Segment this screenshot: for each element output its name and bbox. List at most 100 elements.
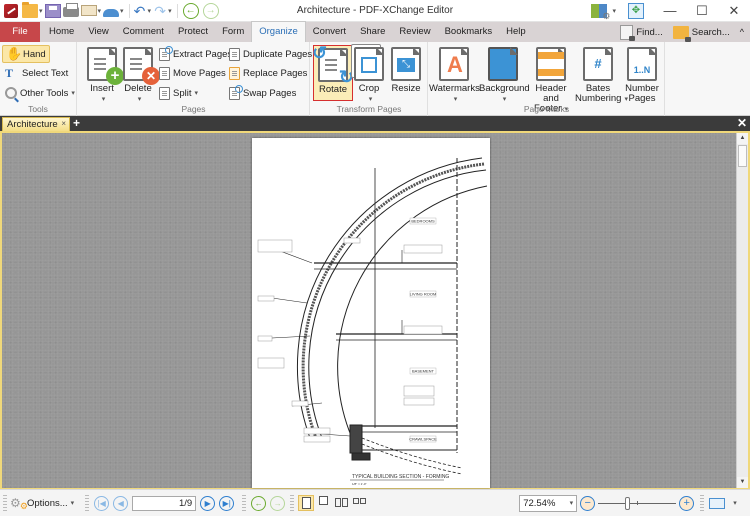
back-button[interactable]: ← (182, 2, 199, 19)
chevron-down-icon: ▾ (502, 96, 507, 103)
next-view-button[interactable]: → (270, 495, 286, 511)
open-button[interactable]: ▾ (22, 1, 43, 20)
toolbar-grip[interactable] (242, 495, 247, 511)
tab-form[interactable]: Form (215, 22, 251, 42)
group-pages: + Insert ▾ ✕ Delete ▾ Extract Pages Move… (78, 42, 312, 116)
close-document-button[interactable]: ✕ (737, 116, 747, 131)
resize-icon: ⤡ (391, 47, 421, 81)
move-pages-button[interactable]: Move Pages (156, 64, 229, 82)
maximize-button[interactable]: ☐ (686, 0, 718, 22)
previous-page-button[interactable]: ◀ (113, 495, 129, 511)
header-footer-button[interactable]: Header and Footer ▾ (527, 45, 575, 114)
single-page-view-button[interactable] (298, 495, 315, 511)
chevron-down-icon[interactable]: ▾ (39, 7, 43, 15)
redo-button[interactable]: ↷ ▾ (153, 2, 172, 20)
options-button[interactable]: ⚙ Options... ▾ (10, 496, 74, 513)
chevron-down-icon[interactable]: ▾ (733, 499, 737, 507)
facing-view-button[interactable] (334, 495, 350, 511)
toolbar-grip[interactable] (290, 495, 295, 511)
ui-options-button[interactable]: ▾ (591, 2, 616, 22)
print-button[interactable] (62, 2, 79, 20)
separator (176, 3, 178, 18)
chevron-down-icon[interactable]: ▾ (98, 7, 102, 15)
rotate-button[interactable]: ↺ ↻ Rotate (312, 44, 354, 101)
undo-button[interactable]: ↶ ▾ (133, 2, 152, 20)
move-pages-icon (159, 66, 170, 80)
email-button[interactable]: ▾ (80, 2, 102, 20)
tab-view[interactable]: View (81, 22, 115, 42)
drawing-note (343, 237, 361, 244)
search-button[interactable]: Search... (672, 25, 730, 42)
next-page-button[interactable]: ▶ (200, 495, 216, 511)
tab-organize[interactable]: Organize (251, 21, 306, 42)
tab-bookmarks[interactable]: Bookmarks (438, 22, 500, 42)
bates-numbering-button[interactable]: # Bates Numbering ▾ (575, 45, 628, 104)
other-tools-button[interactable]: Other Tools ▾ (2, 84, 78, 102)
pdf-page[interactable]: BEDROOMS LIVING ROOM BASEMENT CRAWLSPACE… (252, 138, 490, 488)
tab-help[interactable]: Help (499, 22, 533, 42)
tab-comment[interactable]: Comment (116, 22, 171, 42)
forward-button[interactable]: → (202, 2, 219, 19)
chevron-down-icon[interactable]: ▾ (168, 7, 172, 15)
background-button[interactable]: Background ▾ (479, 45, 530, 103)
scroll-thumb[interactable] (738, 145, 747, 167)
drawing-note (257, 335, 273, 342)
crop-button[interactable]: Crop ▾ (351, 45, 387, 103)
previous-view-button[interactable]: ← (251, 495, 267, 511)
replace-pages-button[interactable]: Replace Pages (226, 64, 310, 82)
zoom-slider[interactable] (598, 496, 677, 511)
zoom-in-button[interactable]: + (679, 495, 695, 511)
scan-button[interactable]: ▾ (103, 2, 124, 20)
chevron-down-icon[interactable]: ▾ (148, 7, 152, 15)
hand-tool-button[interactable]: ✋ Hand (2, 45, 50, 63)
close-button[interactable]: ✕ (718, 0, 750, 22)
tab-share[interactable]: Share (353, 22, 392, 42)
number-pages-button[interactable]: 1..N Number Pages (621, 45, 663, 104)
continuous-view-button[interactable] (316, 495, 332, 511)
toolbar-grip[interactable] (85, 495, 90, 511)
tab-home[interactable]: Home (42, 22, 81, 42)
toolbar-grip[interactable] (3, 495, 7, 511)
move-pages-label: Move Pages (173, 67, 226, 79)
select-text-button[interactable]: T Select Text (2, 64, 71, 82)
split-button[interactable]: Split ▾ (156, 84, 201, 102)
chevron-down-icon[interactable]: ▾ (612, 7, 616, 15)
last-page-button[interactable]: ▶| (219, 495, 235, 511)
close-tab-icon[interactable]: × (61, 117, 66, 130)
find-button[interactable]: Find... (620, 24, 663, 41)
collapse-ribbon-button[interactable]: ^ (740, 27, 744, 37)
toolbar-grip[interactable] (700, 495, 705, 511)
minimize-button[interactable]: — (654, 0, 686, 22)
app-logo-icon[interactable] (4, 3, 18, 18)
chevron-down-icon[interactable]: ▾ (120, 7, 124, 15)
resize-button[interactable]: ⤡ Resize (387, 45, 425, 101)
scroll-down-button[interactable]: ▼ (737, 477, 748, 488)
zoom-out-button[interactable]: − (580, 495, 596, 511)
undo-icon: ↶ (133, 2, 146, 19)
watermarks-button[interactable]: A Watermarks ▾ (429, 45, 480, 103)
delete-button[interactable]: ✕ Delete ▾ (116, 45, 160, 103)
tab-convert[interactable]: Convert (306, 22, 353, 42)
watermarks-label: Watermarks (429, 83, 480, 94)
scroll-up-button[interactable]: ▲ (737, 133, 748, 144)
page-number-input[interactable]: 1/9 (132, 495, 197, 511)
tab-file[interactable]: File (0, 22, 40, 42)
first-page-button[interactable]: |◀ (94, 495, 110, 511)
document-tab-architecture[interactable]: Architecture × (2, 117, 70, 131)
fit-page-icon[interactable] (709, 497, 726, 509)
extract-pages-label: Extract Pages (173, 48, 233, 60)
swap-pages-button[interactable]: Swap Pages (226, 84, 299, 102)
header-footer-label-1: Header and (535, 83, 567, 104)
continuous-facing-view-button[interactable] (352, 495, 368, 511)
tab-protect[interactable]: Protect (171, 22, 215, 42)
vertical-scrollbar[interactable]: ▲ ▼ (736, 133, 748, 488)
new-tab-button[interactable]: + (73, 117, 80, 130)
tab-review[interactable]: Review (392, 22, 437, 42)
save-button[interactable] (44, 2, 61, 20)
fullscreen-icon[interactable]: ✥ (628, 3, 644, 19)
duplicate-pages-button[interactable]: Duplicate Pages (226, 45, 315, 63)
extract-pages-button[interactable]: Extract Pages (156, 45, 235, 63)
zoom-level-select[interactable]: 72.54% ▾ (519, 494, 578, 512)
zoom-slider-thumb[interactable] (625, 496, 631, 510)
document-canvas[interactable]: BEDROOMS LIVING ROOM BASEMENT CRAWLSPACE… (2, 133, 736, 488)
